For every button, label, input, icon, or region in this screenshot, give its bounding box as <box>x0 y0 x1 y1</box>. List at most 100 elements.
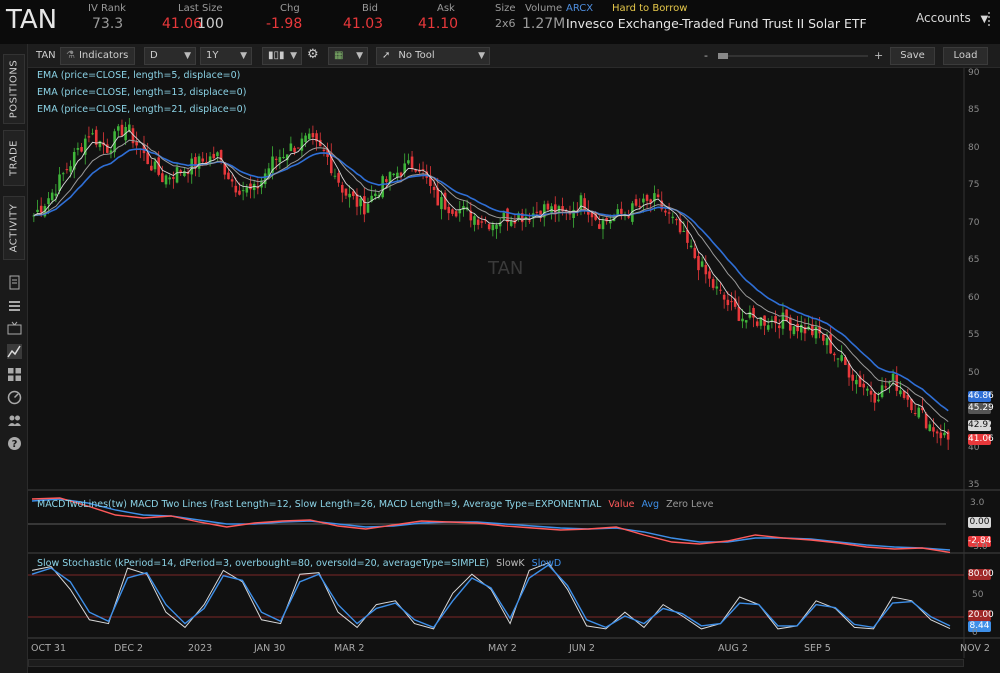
candle <box>737 306 741 321</box>
accounts-menu[interactable]: Accounts ▼ <box>916 11 988 25</box>
stoch-k-line <box>31 562 951 630</box>
aggregation-select[interactable]: D ▼ <box>144 47 196 65</box>
candle <box>366 204 370 213</box>
candle <box>656 194 660 198</box>
candle <box>943 432 946 436</box>
candle <box>168 177 171 180</box>
cursor-icon: ➚ <box>382 50 391 61</box>
toolbar-symbol[interactable]: TAN <box>36 50 56 61</box>
candle <box>175 167 179 183</box>
candle <box>840 355 843 361</box>
candle <box>120 124 124 136</box>
candle <box>884 386 888 388</box>
horizontal-scrollbar[interactable] <box>28 659 964 667</box>
candle <box>700 261 704 267</box>
ask-value[interactable]: 41.10 <box>418 16 458 32</box>
x-axis-label: DEC 2 <box>114 643 144 654</box>
macd-study-header[interactable]: MACDTwoLines(tw) MACD Two Lines (Fast Le… <box>37 499 713 510</box>
candle <box>333 175 337 177</box>
candle <box>164 175 168 185</box>
load-button[interactable]: Load <box>943 47 988 65</box>
gear-icon[interactable]: ⚙ <box>307 47 319 62</box>
candle <box>822 334 825 341</box>
quote-bar: TAN IV Rank 73.3 Last Size 41.06 100 Chg… <box>0 0 1000 44</box>
candle <box>476 219 480 225</box>
candle <box>50 192 54 201</box>
macd-axis-label: -3.0 <box>970 542 988 552</box>
tool-select[interactable]: ➚ No Tool ▼ <box>376 47 490 65</box>
iv-rank-value: 73.3 <box>92 16 124 32</box>
tab-activity[interactable]: ACTIVITY <box>3 196 25 260</box>
ema5-label[interactable]: EMA (price=CLOSE, length=5, displace=0) <box>37 70 240 81</box>
ema21-label[interactable]: EMA (price=CLOSE, length=21, displace=0) <box>37 104 246 115</box>
candle <box>546 203 550 210</box>
grid-icon[interactable] <box>7 367 22 382</box>
chart-canvas[interactable] <box>28 68 1000 673</box>
ema21-line <box>33 148 949 412</box>
stoch-study-header[interactable]: Slow Stochastic (kPeriod=14, dPeriod=3, … <box>37 558 561 569</box>
zoom-plus[interactable]: + <box>874 49 883 62</box>
left-sidebar: POSITIONS TRADE ACTIVITY ? <box>0 44 28 673</box>
ema5-line <box>33 129 949 435</box>
macd-title: MACDTwoLines(tw) MACD Two Lines (Fast Le… <box>37 499 602 510</box>
price-axis-label: 90 <box>968 68 980 78</box>
candle <box>80 147 83 152</box>
candle <box>161 173 164 183</box>
candle <box>234 185 238 193</box>
tab-positions[interactable]: POSITIONS <box>3 54 25 124</box>
bid-value[interactable]: 41.03 <box>343 16 383 32</box>
candle <box>293 147 296 153</box>
menu-grip-icon[interactable] <box>988 12 996 26</box>
zoom-slider-thumb[interactable] <box>718 53 728 59</box>
ema13-label[interactable]: EMA (price=CLOSE, length=13, displace=0) <box>37 87 246 98</box>
candle <box>91 133 94 135</box>
stoch-k-legend: SlowK <box>496 558 525 569</box>
candle <box>153 161 157 170</box>
charts-icon[interactable] <box>7 344 22 359</box>
chevron-down-icon: ▼ <box>478 51 485 61</box>
chart-area[interactable]: TAN EMA (price=CLOSE, length=5, displace… <box>28 68 1000 673</box>
iv-rank-label: IV Rank <box>88 3 126 14</box>
candle <box>245 187 249 193</box>
candle <box>480 221 484 223</box>
candle <box>851 374 854 381</box>
candle <box>924 413 928 429</box>
candle <box>473 216 476 225</box>
help-icon[interactable]: ? <box>7 436 22 451</box>
candle <box>719 289 722 291</box>
candle <box>638 205 642 207</box>
candle <box>829 334 832 354</box>
candle <box>704 264 708 275</box>
candle <box>238 190 241 195</box>
gauge-icon[interactable] <box>7 390 22 405</box>
period-select[interactable]: 1Y ▼ <box>200 47 252 65</box>
zoom-minus[interactable]: - <box>704 49 708 62</box>
candle <box>190 158 194 175</box>
candle <box>664 210 667 213</box>
candle <box>65 169 69 171</box>
candle <box>932 427 935 432</box>
people-icon[interactable] <box>7 413 22 428</box>
zoom-slider[interactable] <box>718 53 868 59</box>
candle <box>495 225 498 229</box>
candle <box>359 198 362 207</box>
drawing-style-select[interactable]: ▦ ▼ <box>328 47 368 65</box>
candle <box>634 199 638 206</box>
candle <box>454 211 458 217</box>
save-button[interactable]: Save <box>890 47 935 65</box>
price-axis-label: 65 <box>968 255 980 265</box>
indicators-button[interactable]: ⚗ Indicators <box>60 47 135 65</box>
exchange: ARCX <box>566 3 594 14</box>
chart-style-select[interactable]: ▮▯▮ ▼ <box>262 47 302 65</box>
candle <box>491 224 495 231</box>
candle <box>436 188 440 206</box>
document-icon[interactable] <box>7 275 22 290</box>
candle <box>711 279 715 288</box>
candle <box>888 382 891 384</box>
candle <box>601 220 605 230</box>
tab-trade[interactable]: TRADE <box>3 130 25 186</box>
tv-icon[interactable] <box>7 321 22 336</box>
symbol-title[interactable]: TAN <box>6 5 57 35</box>
price-axis-label: 55 <box>968 330 980 340</box>
bars-icon[interactable] <box>7 298 22 313</box>
